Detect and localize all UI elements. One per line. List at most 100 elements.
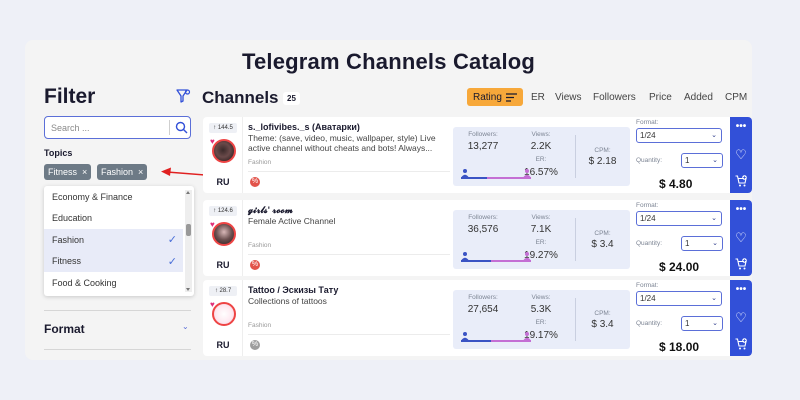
sort-price[interactable]: Price	[649, 92, 672, 103]
avatar[interactable]	[212, 139, 236, 163]
avatar[interactable]	[212, 302, 236, 326]
chevron-down-icon: ⌄	[712, 320, 718, 327]
channel-meta: ↑ 124.6 ♥ RU	[203, 200, 243, 276]
price-value: $ 4.80	[659, 177, 693, 191]
topic-option-fitness[interactable]: Fitness ✓	[44, 250, 183, 272]
format-select-value: 1/24	[640, 214, 656, 223]
chevron-down-icon[interactable]: ⌄	[182, 322, 189, 331]
female-audience-icon	[523, 252, 531, 260]
topic-option-label: Food & Cooking	[52, 277, 117, 288]
favorite-heart-icon: ♥	[210, 137, 215, 146]
dropdown-scrollbar[interactable]	[185, 190, 192, 292]
filter-reset-icon[interactable]	[175, 88, 191, 104]
channel-name[interactable]: 𝓰𝓲𝓻𝓵𝓼' 𝓻𝓸𝓸𝓶	[248, 205, 293, 216]
topic-option-label: Education	[52, 213, 93, 224]
quantity-select[interactable]: 1 ⌄	[681, 153, 723, 168]
channel-category: Fashion	[248, 322, 272, 329]
card-divider	[248, 171, 450, 172]
check-icon: ✓	[167, 255, 177, 268]
topic-option-label: Fitness	[52, 256, 82, 267]
favorite-heart-icon: ♥	[210, 220, 215, 229]
channel-card-2: ↑ 124.6 ♥ RU 𝓰𝓲𝓻𝓵𝓼' 𝓻𝓸𝓸𝓶 Female Active C…	[203, 200, 752, 276]
sort-cpm[interactable]: CPM	[725, 92, 747, 103]
quantity-label: Quantity:	[636, 157, 663, 164]
topic-option-education[interactable]: Education	[44, 208, 183, 230]
filter-divider	[44, 349, 191, 350]
card-actions: ••• ♡	[730, 200, 752, 276]
views-value: 2.2K	[530, 141, 552, 152]
card-actions: ••• ♡	[730, 280, 752, 356]
country-code: RU	[216, 177, 230, 187]
add-to-cart-icon[interactable]	[735, 338, 747, 350]
format-section-label[interactable]: Format	[44, 322, 85, 336]
sort-rating-button[interactable]: Rating	[467, 88, 523, 106]
sort-followers[interactable]: Followers	[593, 92, 636, 103]
format-select[interactable]: 1/24 ⌄	[636, 291, 722, 306]
views-value: 7.1K	[530, 224, 552, 235]
quantity-select-value: 1	[685, 319, 690, 328]
rating-icon: ↑	[213, 208, 217, 214]
engagement-bar	[461, 177, 531, 179]
favorite-heart-icon: ♥	[210, 300, 215, 309]
followers-value: 36,576	[467, 224, 499, 235]
topic-option-economy[interactable]: Economy & Finance	[44, 186, 183, 208]
channel-name[interactable]: s._lofivibes._s (Аватарки)	[248, 122, 360, 132]
format-select[interactable]: 1/24 ⌄	[636, 128, 722, 143]
check-icon: ✓	[167, 234, 177, 246]
chip-remove-icon[interactable]: ×	[138, 167, 143, 177]
rating-icon: ↑	[214, 288, 218, 294]
chevron-down-icon: ⌄	[711, 215, 717, 222]
cpm-label: CPM:	[594, 310, 611, 317]
more-options-icon[interactable]: •••	[730, 284, 752, 295]
topic-option-food[interactable]: Food & Cooking	[44, 272, 183, 294]
topic-option-fashion[interactable]: Fashion ✓	[44, 229, 183, 251]
quantity-select[interactable]: 1 ⌄	[681, 236, 723, 251]
sort-added[interactable]: Added	[684, 92, 713, 103]
percent-icon: %	[250, 260, 260, 270]
chip-label: Fashion	[101, 167, 134, 177]
chevron-down-icon: ⌄	[711, 132, 717, 139]
followers-value: 27,654	[467, 304, 499, 315]
stats-panel: Followers: 13,277 Views: 2.2K ER: 16.57%…	[453, 127, 630, 186]
card-actions: ••• ♡	[730, 117, 752, 193]
channel-meta: ↑ 144.5 ♥ RU	[203, 117, 243, 193]
channel-category: Fashion	[248, 159, 272, 166]
add-to-cart-icon[interactable]	[735, 258, 747, 270]
more-options-icon[interactable]: •••	[730, 121, 752, 132]
heart-icon[interactable]: ♡	[730, 230, 752, 246]
more-options-icon[interactable]: •••	[730, 204, 752, 215]
search-icon[interactable]	[175, 121, 188, 134]
sort-views[interactable]: Views	[555, 92, 582, 103]
scroll-thumb[interactable]	[186, 224, 191, 236]
scroll-up-icon[interactable]	[186, 191, 190, 194]
search-input[interactable]	[45, 117, 163, 138]
channel-description: Theme: (save, video, music, wallpaper, s…	[248, 133, 436, 153]
sort-er[interactable]: ER	[531, 92, 545, 103]
rating-icon: ↑	[213, 125, 217, 131]
quantity-select[interactable]: 1 ⌄	[681, 316, 723, 331]
er-label: ER:	[535, 319, 547, 326]
scroll-down-icon[interactable]	[186, 288, 190, 291]
chip-remove-icon[interactable]: ×	[82, 167, 87, 177]
heart-icon[interactable]: ♡	[730, 310, 752, 326]
quantity-select-value: 1	[685, 156, 690, 165]
heart-icon[interactable]: ♡	[730, 147, 752, 163]
engagement-bar-fill	[461, 260, 491, 262]
channel-card-3: ↑ 28.7 ♥ RU Tattoo / Эскизы Тату Collect…	[203, 280, 752, 356]
views-label: Views:	[531, 131, 551, 138]
add-to-cart-icon[interactable]	[735, 175, 747, 187]
country-code: RU	[216, 340, 230, 350]
stats-panel: Followers: 36,576 Views: 7.1K ER: 19.27%…	[453, 210, 630, 269]
rating-badge: ↑ 124.6	[209, 206, 237, 216]
rating-value: 144.5	[217, 125, 233, 131]
channel-name[interactable]: Tattoo / Эскизы Тату	[248, 285, 338, 295]
channel-category: Fashion	[248, 242, 272, 249]
avatar[interactable]	[212, 222, 236, 246]
channel-description: Collections of tattoos	[248, 296, 327, 306]
followers-label: Followers:	[468, 294, 498, 301]
sort-icon	[505, 92, 517, 102]
format-select[interactable]: 1/24 ⌄	[636, 211, 722, 226]
quantity-label: Quantity:	[636, 320, 663, 327]
page-title: Telegram Channels Catalog	[241, 49, 536, 74]
female-audience-icon	[523, 169, 531, 177]
